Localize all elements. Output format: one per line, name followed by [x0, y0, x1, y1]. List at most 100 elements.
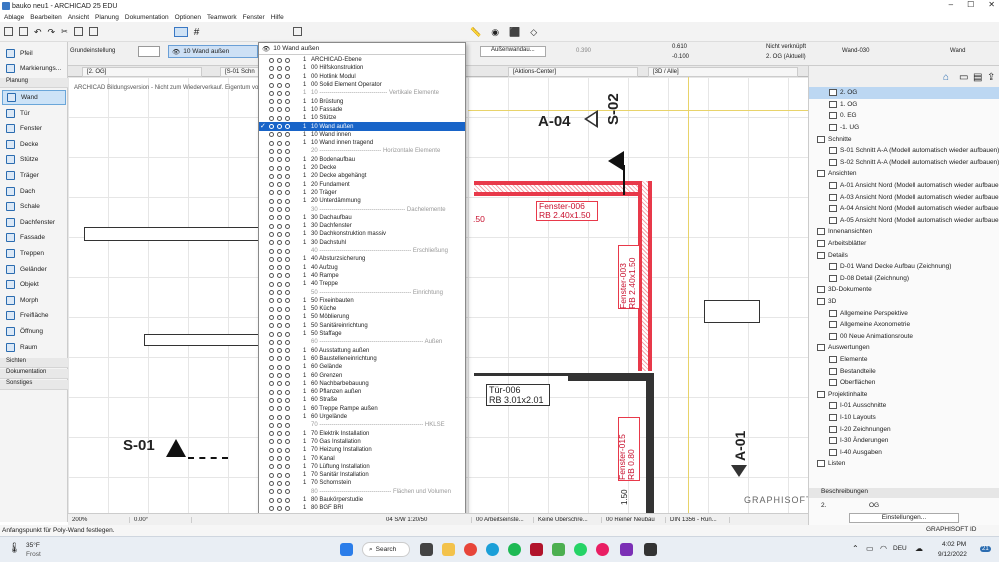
wireframe-icon[interactable]	[285, 306, 290, 312]
layout-book-icon[interactable]: ▤	[973, 72, 982, 83]
eye-icon[interactable]	[277, 489, 282, 495]
wireframe-icon[interactable]	[285, 373, 290, 379]
lock-icon[interactable]	[269, 339, 274, 345]
layer-selector[interactable]: 👁 10 Wand außen	[168, 45, 258, 58]
measure-icon[interactable]: 📏	[470, 27, 481, 38]
lock-icon[interactable]	[269, 331, 274, 337]
tool-öffnung[interactable]: Öffnung	[2, 324, 66, 339]
layer-item[interactable]: 1 10 Stütze	[259, 114, 465, 122]
tool-morph[interactable]: Morph	[2, 293, 66, 308]
wireframe-icon[interactable]	[285, 472, 290, 478]
taskbar-search[interactable]: ⌕ Search	[362, 542, 410, 557]
eye-icon[interactable]	[277, 182, 282, 188]
menu-1[interactable]: Bearbeiten	[30, 14, 61, 21]
navigator-item[interactable]: S-02 Schnitt A-A (Modell automatisch wie…	[809, 157, 999, 169]
eye-icon[interactable]	[277, 215, 282, 221]
navigator-item[interactable]: Arbeitsblätter	[809, 238, 999, 250]
layer-item[interactable]: 1 60 Straße	[259, 396, 465, 404]
window-tag[interactable]: Fenster-006 RB 2.40x1.50	[536, 201, 598, 221]
eye-icon[interactable]	[277, 256, 282, 262]
navigator-item[interactable]: Oberflächen	[809, 377, 999, 389]
lock-icon[interactable]	[269, 107, 274, 113]
language-indicator[interactable]: DEU	[893, 545, 907, 552]
layer-dropdown[interactable]: 👁 10 Wand außen 1 ARCHICAD-Ebene 1 00 Hilfs…	[258, 42, 466, 536]
layer-item[interactable]: 1 30 Dachstuhl	[259, 239, 465, 247]
publisher-icon[interactable]: ⇪	[987, 72, 995, 83]
menu-0[interactable]: Ablage	[4, 14, 24, 21]
notification-badge[interactable]: 21	[980, 546, 991, 552]
layer-item[interactable]: 1 20 Fundament	[259, 181, 465, 189]
layer-item[interactable]: 1 20 Decke	[259, 164, 465, 172]
layer-item[interactable]: 1 50 Küche	[259, 305, 465, 313]
navigator-item[interactable]: Innenansichten	[809, 226, 999, 238]
lock-icon[interactable]	[269, 422, 274, 428]
edge-icon[interactable]	[486, 543, 499, 556]
wireframe-icon[interactable]	[285, 74, 290, 80]
lock-icon[interactable]	[269, 431, 274, 437]
lock-icon[interactable]	[269, 447, 274, 453]
lock-icon[interactable]	[269, 464, 274, 470]
layer-item[interactable]: 1 40 Aufzug	[259, 264, 465, 272]
tray-expand-icon[interactable]: ⌃	[852, 544, 859, 553]
layer-item[interactable]: 1 60 Pflanzen außen	[259, 388, 465, 396]
eye-icon[interactable]	[277, 273, 282, 279]
wireframe-icon[interactable]	[285, 290, 290, 296]
wireframe-icon[interactable]	[285, 339, 290, 345]
navigator-item[interactable]: I-30 Änderungen	[809, 435, 999, 447]
layer-item[interactable]: 1 60 Gelände	[259, 363, 465, 371]
lock-icon[interactable]	[269, 182, 274, 188]
lock-icon[interactable]	[269, 456, 274, 462]
section-0[interactable]: Sichten	[0, 358, 68, 368]
navigator-item[interactable]: Elemente	[809, 354, 999, 366]
view-icon[interactable]: ◉	[491, 27, 499, 38]
wireframe-icon[interactable]	[285, 331, 290, 337]
element-id-field[interactable]: Wand-030	[842, 48, 869, 54]
lock-icon[interactable]	[269, 223, 274, 229]
wireframe-icon[interactable]	[285, 190, 290, 196]
eye-icon[interactable]	[277, 381, 282, 387]
thickness-field[interactable]: 0.390	[576, 48, 591, 54]
wireframe-icon[interactable]	[285, 356, 290, 362]
tool-fenster[interactable]: Fenster	[2, 121, 66, 136]
wireframe-icon[interactable]	[285, 231, 290, 237]
lock-icon[interactable]	[269, 140, 274, 146]
lock-icon[interactable]	[269, 497, 274, 503]
eye-icon[interactable]	[277, 464, 282, 470]
navigator-item[interactable]: 2. OG	[809, 87, 999, 99]
tool-decke[interactable]: Decke	[2, 137, 66, 152]
navigator-item[interactable]: 0. EG	[809, 110, 999, 122]
tool-tür[interactable]: Tür	[2, 106, 66, 121]
tool-träger[interactable]: Träger	[2, 168, 66, 183]
eye-icon[interactable]	[277, 248, 282, 254]
eye-icon[interactable]	[277, 414, 282, 420]
wireframe-icon[interactable]	[285, 273, 290, 279]
quick-option-2[interactable]: 04 S/W 1:20/50	[382, 516, 472, 523]
wireframe-icon[interactable]	[285, 198, 290, 204]
lock-icon[interactable]	[269, 364, 274, 370]
layer-item[interactable]: 1 70 Elektrik Installation	[259, 430, 465, 438]
grid-icon[interactable]: #	[194, 27, 200, 38]
navigator-item[interactable]: Projektinhalte	[809, 389, 999, 401]
wireframe-icon[interactable]	[285, 124, 290, 130]
eye-icon[interactable]	[277, 107, 282, 113]
layer-item[interactable]: 1 50 Möblierung	[259, 313, 465, 321]
lock-icon[interactable]	[269, 480, 274, 486]
eye-icon[interactable]	[277, 240, 282, 246]
wireframe-icon[interactable]	[285, 456, 290, 462]
eye-icon[interactable]	[277, 173, 282, 179]
quick-option-5[interactable]: 00 Reiner Neubau	[602, 516, 666, 523]
tool-1[interactable]: Markierungs...	[2, 61, 66, 76]
layer-item[interactable]: 1 30 Dachaufbau	[259, 214, 465, 222]
wireframe-icon[interactable]	[285, 57, 290, 63]
navigator-item[interactable]: Ansichten	[809, 168, 999, 180]
quick-option-4[interactable]: Keine Überschre...	[534, 516, 602, 523]
navigator-item[interactable]: Auswertungen	[809, 342, 999, 354]
lock-icon[interactable]	[269, 115, 274, 121]
eye-icon[interactable]	[277, 497, 282, 503]
navigator-item[interactable]: -1. UG	[809, 122, 999, 134]
wireframe-icon[interactable]	[285, 414, 290, 420]
eye-icon[interactable]	[277, 148, 282, 154]
navigator-item[interactable]: I-01 Ausschnitte	[809, 400, 999, 412]
snap-icon[interactable]	[293, 27, 303, 36]
minimize-button[interactable]: –	[949, 0, 953, 9]
